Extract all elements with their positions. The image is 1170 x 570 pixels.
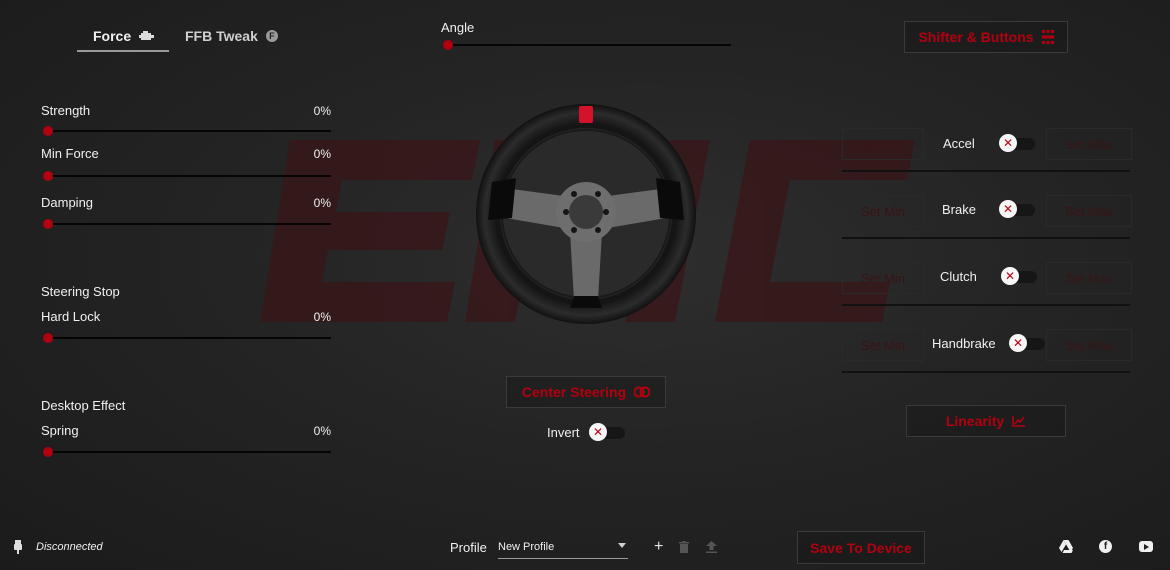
damping-label: Damping <box>41 195 94 210</box>
angle-slider[interactable] <box>443 40 731 50</box>
strength-slider-knob[interactable] <box>43 126 53 136</box>
tab-ffb-tweak[interactable]: FFB Tweak F <box>185 28 278 44</box>
facebook-icon[interactable]: f <box>1099 540 1112 553</box>
min-force-slider-knob[interactable] <box>43 171 53 181</box>
google-drive-icon[interactable] <box>1059 540 1073 553</box>
min-force-slider[interactable] <box>43 171 331 181</box>
center-steering-button[interactable]: Center Steering <box>506 376 666 408</box>
hard-lock-slider-knob[interactable] <box>43 333 53 343</box>
angle-label: Angle <box>441 20 475 35</box>
spring-slider-knob[interactable] <box>43 447 53 457</box>
chevron-down-icon <box>618 543 626 548</box>
handbrake-toggle[interactable]: ✕ <box>1009 334 1045 354</box>
brake-set-max-button[interactable]: Set Max <box>1046 195 1132 227</box>
invert-label: Invert <box>547 425 580 440</box>
hard-lock-value: 0% <box>313 310 331 324</box>
close-icon: ✕ <box>1001 267 1019 285</box>
accel-toggle[interactable]: ✕ <box>999 134 1035 154</box>
accel-label: Accel <box>943 136 975 151</box>
divider <box>842 304 1130 306</box>
damping-slider[interactable] <box>43 219 331 229</box>
profile-select-value: New Profile <box>498 541 555 553</box>
hard-lock-slider[interactable] <box>43 333 331 343</box>
strength-value: 0% <box>313 104 331 118</box>
desktop-effect-heading: Desktop Effect <box>41 398 126 413</box>
f-circle-icon: F <box>265 30 278 42</box>
center-steering-label: Center Steering <box>521 384 627 400</box>
clutch-set-min-button[interactable]: Set Min <box>842 262 924 294</box>
chart-line-icon <box>1012 416 1026 427</box>
clutch-set-max-button[interactable]: Set Max <box>1046 262 1132 294</box>
linearity-button[interactable]: Linearity <box>906 405 1066 437</box>
linearity-label: Linearity <box>945 413 1005 429</box>
tab-ffb-tweak-label: FFB Tweak <box>185 28 258 44</box>
min-force-value: 0% <box>313 147 331 161</box>
trash-icon[interactable] <box>679 541 689 553</box>
close-icon: ✕ <box>1009 334 1027 352</box>
profile-select[interactable]: New Profile <box>498 538 628 559</box>
invert-toggle[interactable]: ✕ <box>589 423 625 443</box>
center-icon <box>634 386 651 398</box>
strength-slider[interactable] <box>43 126 331 136</box>
brake-toggle[interactable]: ✕ <box>999 200 1035 220</box>
tab-force-label: Force <box>93 28 132 44</box>
handbrake-set-max-button[interactable]: Set Max <box>1046 329 1132 361</box>
active-tab-indicator <box>77 50 169 52</box>
divider <box>842 170 1130 172</box>
accel-set-min-button[interactable]: Set Min <box>842 128 924 160</box>
strength-label: Strength <box>41 103 91 118</box>
close-icon: ✕ <box>999 200 1017 218</box>
gear-shift-grid-icon <box>1041 30 1054 44</box>
damping-value: 0% <box>313 196 331 210</box>
angle-slider-knob[interactable] <box>443 40 453 50</box>
brake-set-min-button[interactable]: Set Min <box>842 195 924 227</box>
close-icon: ✕ <box>999 134 1017 152</box>
add-profile-icon[interactable]: + <box>654 538 663 556</box>
hard-lock-label: Hard Lock <box>41 309 101 324</box>
upload-icon[interactable] <box>706 541 717 553</box>
steering-wheel-image <box>476 104 696 324</box>
handbrake-set-min-button[interactable]: Set Min <box>842 329 924 361</box>
steering-stop-heading: Steering Stop <box>41 284 120 299</box>
clutch-label: Clutch <box>940 269 977 284</box>
save-to-device-label: Save To Device <box>810 539 912 556</box>
clutch-toggle[interactable]: ✕ <box>1001 267 1037 287</box>
spring-label: Spring <box>41 423 79 438</box>
spring-slider[interactable] <box>43 447 331 457</box>
damping-slider-knob[interactable] <box>43 219 53 229</box>
accel-set-max-button[interactable]: Set Max <box>1046 128 1132 160</box>
usb-icon <box>14 540 22 554</box>
divider <box>842 237 1130 239</box>
profile-label: Profile <box>450 540 487 555</box>
min-force-label: Min Force <box>41 146 99 161</box>
tab-force[interactable]: Force <box>93 28 155 44</box>
engine-icon <box>139 31 155 40</box>
youtube-icon[interactable] <box>1139 541 1153 552</box>
close-icon: ✕ <box>589 423 607 441</box>
brake-label: Brake <box>942 202 976 217</box>
spring-value: 0% <box>313 424 331 438</box>
divider <box>842 371 1130 373</box>
shifter-buttons-label: Shifter & Buttons <box>918 29 1034 45</box>
save-to-device-button[interactable]: Save To Device <box>797 531 925 564</box>
handbrake-label: Handbrake <box>932 336 996 351</box>
connection-status: Disconnected <box>36 541 103 553</box>
shifter-buttons-button[interactable]: Shifter & Buttons <box>904 21 1068 53</box>
